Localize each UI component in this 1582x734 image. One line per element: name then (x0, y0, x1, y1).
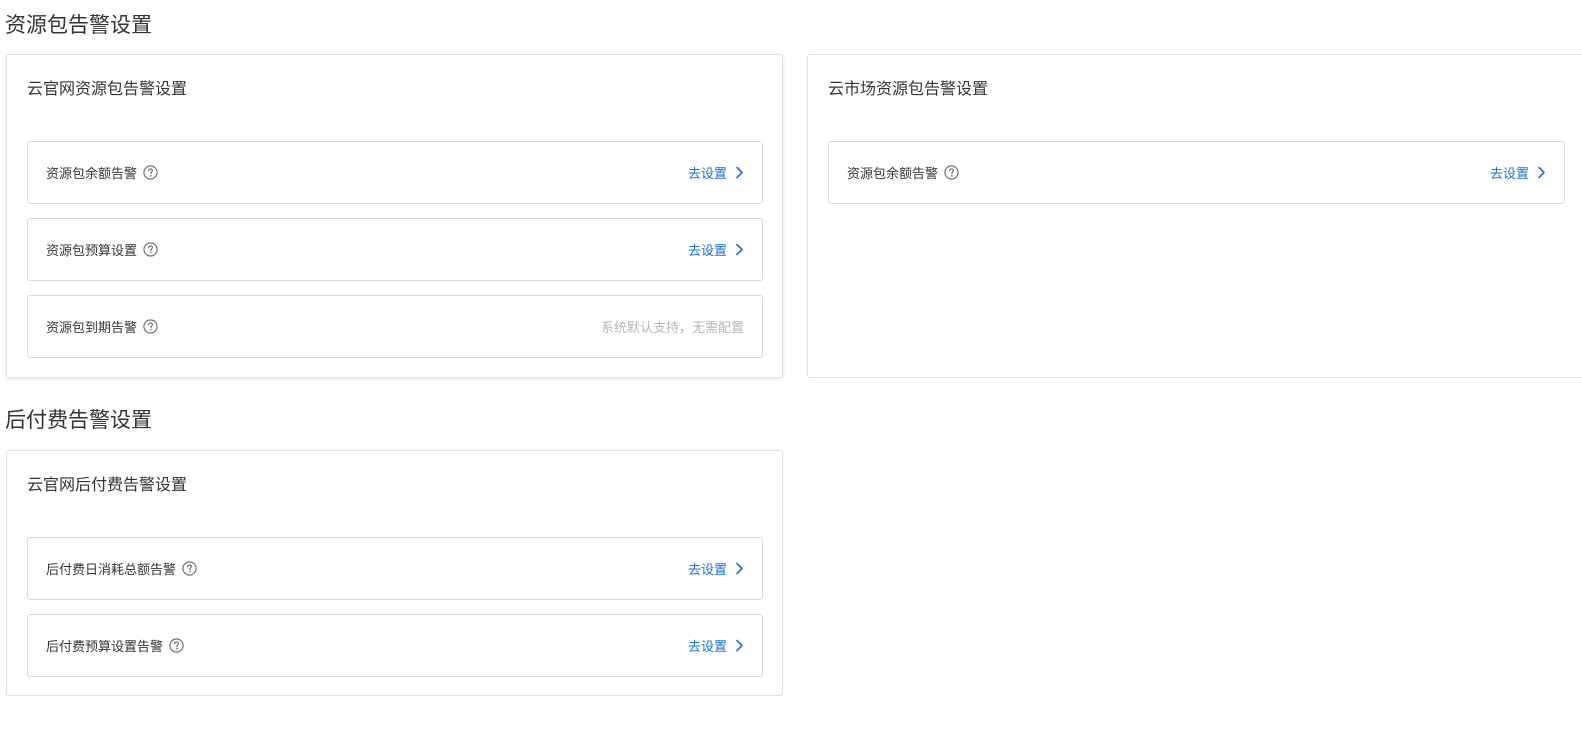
row-resource-package-balance-alert: 资源包余额告警 去设置 (27, 141, 763, 204)
chevron-right-icon[interactable] (735, 562, 744, 575)
card-official-resource-package-alerts: 云官网资源包告警设置 资源包余额告警 去设置 资源包预算设置 去设置 资源包到期… (6, 54, 783, 378)
set-up-link-label[interactable]: 去设置 (1490, 163, 1529, 182)
row-postpaid-daily-total-alert: 后付费日消耗总额告警 去设置 (27, 537, 763, 600)
set-up-link-label[interactable]: 去设置 (688, 240, 727, 259)
row-label: 资源包到期告警 (46, 321, 138, 336)
set-up-link-label[interactable]: 去设置 (688, 636, 727, 655)
chevron-right-icon[interactable] (735, 166, 744, 179)
section-title-resource-package-alerts: 资源包告警设置 (5, 13, 152, 37)
row-label: 资源包余额告警 (847, 167, 939, 182)
row-label: 后付费预算设置告警 (46, 640, 164, 655)
set-up-link[interactable]: 去设置 (688, 219, 744, 280)
question-circle-icon[interactable] (169, 638, 184, 653)
question-circle-icon[interactable] (143, 319, 158, 334)
card-title: 云官网资源包告警设置 (27, 79, 188, 98)
row-marketplace-package-balance-alert: 资源包余额告警 去设置 (828, 141, 1565, 204)
section-title-postpaid-alerts: 后付费告警设置 (5, 408, 152, 432)
chevron-right-icon[interactable] (735, 243, 744, 256)
row-resource-package-expiry-alert: 资源包到期告警 系统默认支持，无需配置 (27, 295, 763, 358)
row-resource-package-budget-setting: 资源包预算设置 去设置 (27, 218, 763, 281)
card-marketplace-resource-package-alerts: 云市场资源包告警设置 资源包余额告警 去设置 (807, 54, 1582, 378)
question-circle-icon[interactable] (143, 165, 158, 180)
card-official-postpaid-alerts: 云官网后付费告警设置 后付费日消耗总额告警 去设置 后付费预算设置告警 去设置 (6, 450, 783, 696)
row-label: 资源包预算设置 (46, 244, 138, 259)
set-up-link[interactable]: 去设置 (688, 538, 744, 599)
chevron-right-icon[interactable] (735, 639, 744, 652)
row-postpaid-budget-alert: 后付费预算设置告警 去设置 (27, 614, 763, 677)
question-circle-icon[interactable] (143, 242, 158, 257)
card-title: 云官网后付费告警设置 (27, 475, 188, 494)
set-up-link-label[interactable]: 去设置 (688, 163, 727, 182)
chevron-right-icon[interactable] (1537, 166, 1546, 179)
set-up-link[interactable]: 去设置 (1490, 142, 1546, 203)
question-circle-icon[interactable] (182, 561, 197, 576)
set-up-link[interactable]: 去设置 (688, 615, 744, 676)
set-up-link-label[interactable]: 去设置 (688, 559, 727, 578)
default-support-note: 系统默认支持，无需配置 (600, 321, 744, 336)
set-up-link[interactable]: 去设置 (688, 142, 744, 203)
question-circle-icon[interactable] (944, 165, 959, 180)
row-label: 后付费日消耗总额告警 (46, 563, 177, 578)
row-label: 资源包余额告警 (46, 167, 138, 182)
card-title: 云市场资源包告警设置 (828, 79, 989, 98)
